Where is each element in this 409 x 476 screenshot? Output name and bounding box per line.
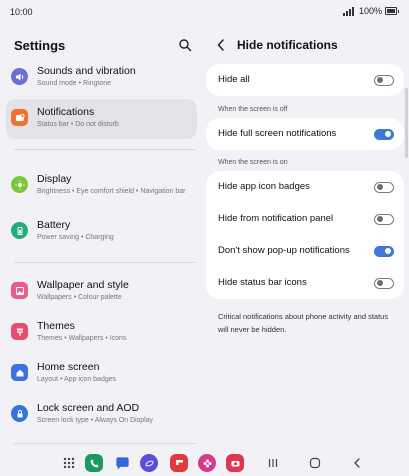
menu-item-sub: Sound mode • Ringtone: [37, 80, 112, 87]
menu-item-sub: Layout • App icon badges: [37, 376, 117, 383]
internet-icon[interactable]: [140, 454, 158, 472]
setting-row-hide-from-notification-panel[interactable]: Hide from notification panel: [206, 203, 404, 235]
sun-icon: [11, 176, 28, 193]
setting-label: Don't show pop-up notifications: [218, 245, 350, 256]
menu-item-label: Battery: [37, 219, 71, 231]
setting-row-hide-status-bar-icons[interactable]: Hide status bar icons: [206, 267, 404, 299]
setting-label: Hide app icon badges: [218, 181, 310, 192]
wallpaper-icon: [11, 282, 28, 299]
setting-label: Hide full screen notifications: [218, 128, 337, 139]
phone-icon[interactable]: [85, 454, 103, 472]
menu-item-label: Sounds and vibration: [37, 65, 136, 77]
section-label-screen-on: When the screen is on: [218, 159, 288, 166]
setting-label: Hide all: [218, 74, 250, 85]
settings-title: Settings: [14, 38, 66, 53]
back-arrow-icon[interactable]: [216, 38, 226, 52]
menu-item-themes[interactable]: Themes Themes • Wallpapers • Icons: [6, 313, 197, 353]
menu-item-sub: Brightness • Eye comfort shield • Naviga…: [37, 188, 186, 195]
notification-icon: [11, 109, 28, 126]
setting-label: Hide status bar icons: [218, 277, 307, 288]
status-time: 10:00: [10, 7, 33, 17]
menu-item-label: Notifications: [37, 106, 95, 118]
divider: [14, 149, 196, 150]
setting-row-hide-full-screen[interactable]: Hide full screen notifications: [206, 118, 404, 150]
recent-apps-icon[interactable]: [266, 456, 280, 470]
divider: [14, 262, 196, 263]
back-button-icon[interactable]: [350, 456, 364, 470]
hide-status-bar-icons-toggle[interactable]: [374, 278, 394, 289]
menu-item-sub: Themes • Wallpapers • Icons: [37, 335, 127, 342]
home-button-icon[interactable]: [308, 456, 322, 470]
menu-item-label: Home screen: [37, 361, 100, 373]
scrollbar[interactable]: [405, 88, 408, 158]
menu-item-sub: Screen lock type • Always On Display: [37, 417, 154, 424]
hide-full-screen-toggle[interactable]: [374, 129, 394, 140]
menu-item-label: Wallpaper and style: [37, 279, 129, 291]
messages-icon[interactable]: [113, 454, 131, 472]
status-bar: 10:00 100%: [0, 0, 409, 24]
setting-row-dont-show-popup[interactable]: Don't show pop-up notifications: [206, 235, 404, 267]
home-icon: [11, 364, 28, 381]
battery-status-icon: [385, 7, 399, 15]
dont-show-popup-toggle[interactable]: [374, 246, 394, 257]
menu-item-sub: Wallpapers • Colour palette: [37, 294, 122, 301]
menu-item-label: Themes: [37, 320, 75, 332]
apps-grid-icon[interactable]: [60, 454, 78, 472]
menu-item-lock-screen[interactable]: Lock screen and AOD Screen lock type • A…: [6, 395, 197, 435]
section-label-screen-off: When the screen is off: [218, 106, 288, 113]
page-title: Hide notifications: [237, 38, 338, 52]
themes-icon: [11, 323, 28, 340]
menu-item-sounds[interactable]: Sounds and vibration Sound mode • Ringto…: [6, 58, 197, 98]
battery-icon: [11, 222, 28, 239]
menu-item-home-screen[interactable]: Home screen Layout • App icon badges: [6, 354, 197, 394]
menu-item-battery[interactable]: Battery Power saving • Charging: [6, 212, 197, 252]
volume-icon: [11, 68, 28, 85]
setting-label: Hide from notification panel: [218, 213, 334, 224]
hide-all-toggle[interactable]: [374, 75, 394, 86]
battery-percent: 100%: [358, 6, 382, 16]
menu-item-label: Display: [37, 173, 72, 185]
search-icon[interactable]: [178, 38, 192, 52]
menu-item-notifications[interactable]: Notifications Status bar • Do not distur…: [6, 99, 197, 139]
bottom-dock: [0, 443, 409, 476]
signal-icon: [342, 6, 354, 16]
screen-on-card: Hide app icon badges Hide from notificat…: [206, 171, 404, 299]
menu-item-wallpaper[interactable]: Wallpaper and style Wallpapers • Colour …: [6, 272, 197, 312]
hide-all-card: Hide all: [206, 64, 404, 96]
flipboard-icon[interactable]: [170, 454, 188, 472]
lock-icon: [11, 405, 28, 422]
menu-item-sub: Status bar • Do not disturb: [37, 121, 119, 128]
setting-row-hide-all[interactable]: Hide all: [206, 64, 404, 96]
footnote-text: Critical notifications about phone activ…: [218, 312, 389, 334]
menu-item-label: Lock screen and AOD: [37, 402, 140, 414]
menu-item-display[interactable]: Display Brightness • Eye comfort shield …: [6, 166, 197, 210]
menu-item-sub: Power saving • Charging: [37, 234, 114, 241]
gallery-icon[interactable]: [198, 454, 216, 472]
camera-icon[interactable]: [226, 454, 244, 472]
screen-off-card: Hide full screen notifications: [206, 118, 404, 150]
hide-app-icon-badges-toggle[interactable]: [374, 182, 394, 193]
setting-row-hide-app-icon-badges[interactable]: Hide app icon badges: [206, 171, 404, 203]
hide-from-notification-panel-toggle[interactable]: [374, 214, 394, 225]
